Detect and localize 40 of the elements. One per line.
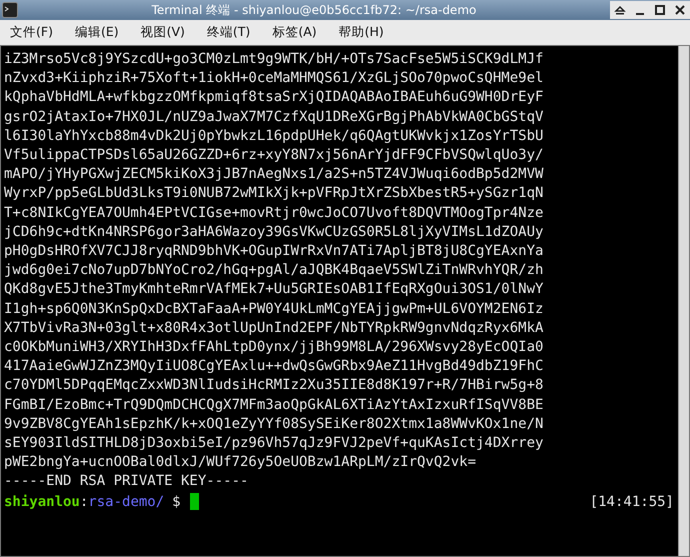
output-line: pWE2bngYa+ucnOOBal0dlxJ/WUf726y5OeUOBzw1ARpLM/zIrQvQ2vk= <box>4 453 478 472</box>
maximize-icon[interactable] <box>654 4 666 16</box>
output-line: l6I30laYhYxcb88m4vDk2Uj0pYbwkzL16pdpUHek/q6QAgtUKWvkjx1ZosYrTSbU <box>4 126 544 146</box>
output-line: FGmBI/EzoBmc+TrQ9DQmDCHCQgX7MFm3aoQpGkAL6XTiAzYtAxIzxuRfISqVV8BE <box>4 396 544 415</box>
close-icon[interactable] <box>674 4 686 16</box>
prompt-separator: : <box>80 492 88 512</box>
menu-item[interactable]: 帮助(H) <box>338 24 384 41</box>
menu-item[interactable]: 终端(T) <box>206 24 250 41</box>
output-line: c0OKbMuniWH3/XRYIhH3DxfFAhLtpD0ynx/jjBh99M8LA/296XWsvy28yEcOQIa0 <box>4 338 544 358</box>
output-line: iZ3Mrso5Vc8j9YSzcdU+go3CM0zLmt9g9WTK/bH/+OTs7SacFse5W5iSCK9dLMJf <box>4 50 544 69</box>
terminal-icon[interactable] <box>2 2 18 18</box>
output-line: QKd8gvE5Jthe3TmyKmhteRmrVAfMEk7+Uu5GRIEsOAB1IfEqRXgOui3OS1/0lNwY <box>4 280 544 300</box>
output-line: T+c8NIkCgYEA7OUmh4EPtVCIGse+movRtjr0wcJoCO7Uvoft8DQVTMOogTpr4Nze <box>4 204 544 223</box>
output-line: mAPO/jYHyPGXwjZECM5kiKoX3jJB7nAegNxs1/a2S+n5TZ4VJWuqi6odBp5d2MVW <box>4 165 544 184</box>
output-line: 417AaieGwWJZnZ3MQyIiUO8CgYEAxlu++dwQsGwGRbx9AeZ11HvgBd49dbZ19FhC <box>4 357 544 376</box>
output-line: X7TbVivRa3N+03glt+x80R4x3otlUpUnInd2EPF/NbTYRpkRW9gnvNdqzRyx6MkA <box>4 318 544 338</box>
menu-item[interactable]: 视图(V) <box>140 24 185 41</box>
output-line: I1gh+sp6Q0N3KnSpQxDcBXTaFaaA+PW0Y4UkLmMCgYEAjjgwPm+UL6VOYM2EN6Iz <box>4 300 544 319</box>
output-line: jwd6g0ei7cNo7upD7bNYoCro2/hGq+pgAl/aJQBK4BqaeV5SWlZiTnWRvhYQR/zh <box>4 261 544 280</box>
clock: [14:41:55] <box>590 492 675 512</box>
output-line: WyrxP/pp5eGLbUd3LksT9i0NUB72wMIkXjk+pVFRpJtXrZSbXbestR5+ySGzr1qN <box>4 184 544 204</box>
menu-item[interactable]: 编辑(E) <box>74 24 119 41</box>
menu-item[interactable]: 标签(A) <box>272 24 317 41</box>
output-line: jCD6h9c+dtKn4NRSP6gor3aHA6Wazoy39GsVKwCUzGS0R5L8ljXyVIMsL1dZOAUy <box>4 222 544 242</box>
shade-icon[interactable] <box>614 4 626 16</box>
window-title: Terminal 终端 - shiyanlou@e0b56cc1fb72: ~/rsa-demo <box>150 2 478 18</box>
prompt-user: shiyanlou <box>4 492 80 512</box>
output-line: kQphaVbHdMLA+wfkbgzzOMfkpmiqf8tsaSrXjQIDAQABAoIBAEuh6uG9WH0DrEyF <box>4 88 544 108</box>
output-line: sEY903IldSITHLD8jD3oxbi5eI/pz96Vh57qJz9FVJ2peVf+quKAsIctj4DXrrey <box>4 434 544 454</box>
output-line: nZvxd3+KiiphziR+75Xoft+1iokH+0ceMaMHMQS61/XzGLjSOo70pwoCsQHMe9el <box>4 69 544 88</box>
output-line: c70YDMl5DPqqEMqcZxxWD3NlIudsiHcRMIz2Xu35IIE8d8K197r+R/7HBirw5g+8 <box>4 376 544 396</box>
output-line: -----END RSA PRIVATE KEY----- <box>4 472 250 492</box>
text-cursor <box>190 493 199 510</box>
prompt-symbol: $ <box>172 492 181 512</box>
output-line: pH0gDsHROfXV7CJJ8ryqRND9bhVK+OGupIWrRxVn7ATi7ApljBT8jU8CgYEAxnYa <box>4 242 544 262</box>
output-line: gsrO2jAtaxIo+7HX0JL/nUZ9aJwaX7M7CzfXqU1DReXGrBgjPhAbVkWA0CbGStqV <box>4 108 544 127</box>
output-line: Vf5ulippaCTPSDsl65aU26GZZD+6rz+xyY8N7xj56nArYjdFF9CFbVSQwlqUo3y/ <box>4 146 544 166</box>
prompt-path: rsa-demo/ <box>88 492 164 512</box>
output-line: 9v9ZBV8CgYEAh1sEpzhK/k+xOQ1eZyYYf08SySEiKer8O2Xtmx1a8WWvKOx1ne/N <box>4 414 544 434</box>
menu-item[interactable]: 文件(F) <box>10 24 53 41</box>
